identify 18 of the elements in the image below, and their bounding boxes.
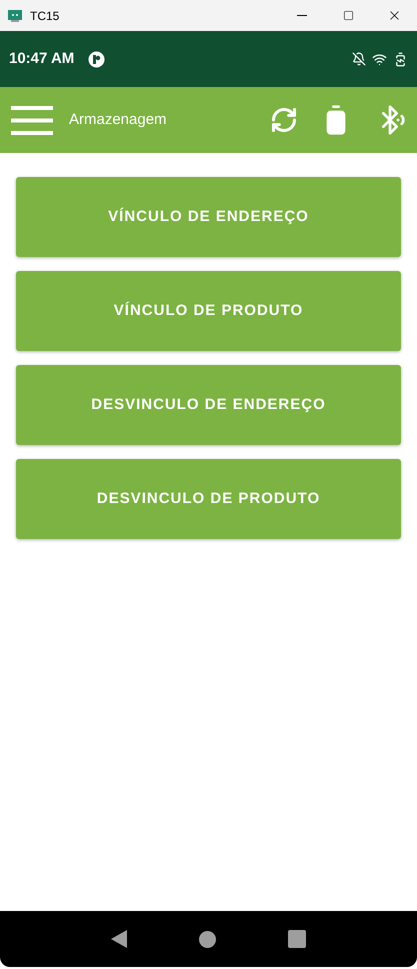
window-title: TC15 <box>30 8 60 24</box>
back-icon[interactable] <box>111 930 127 948</box>
minimize-icon <box>297 15 307 16</box>
menu-option-button[interactable]: VÍNCULO DE ENDEREÇO <box>16 177 401 257</box>
maximize-icon <box>342 10 354 21</box>
sync-icon[interactable] <box>270 106 298 134</box>
menu-option-button[interactable]: VÍNCULO DE PRODUTO <box>16 271 401 351</box>
menu-option-button[interactable]: DESVINCULO DE PRODUTO <box>16 459 401 539</box>
app-bar-title: Armazenagem <box>69 110 167 130</box>
app-notification-icon <box>88 50 106 68</box>
menu-option-button[interactable]: DESVINCULO DE ENDEREÇO <box>16 365 401 445</box>
android-icon <box>8 8 22 22</box>
wifi-icon <box>372 52 387 66</box>
menu-icon[interactable] <box>11 106 53 134</box>
battery-charging-icon <box>393 52 408 66</box>
bell-off-icon <box>352 52 366 66</box>
home-icon[interactable] <box>199 930 216 948</box>
clock: 10:47 AM <box>9 48 74 69</box>
